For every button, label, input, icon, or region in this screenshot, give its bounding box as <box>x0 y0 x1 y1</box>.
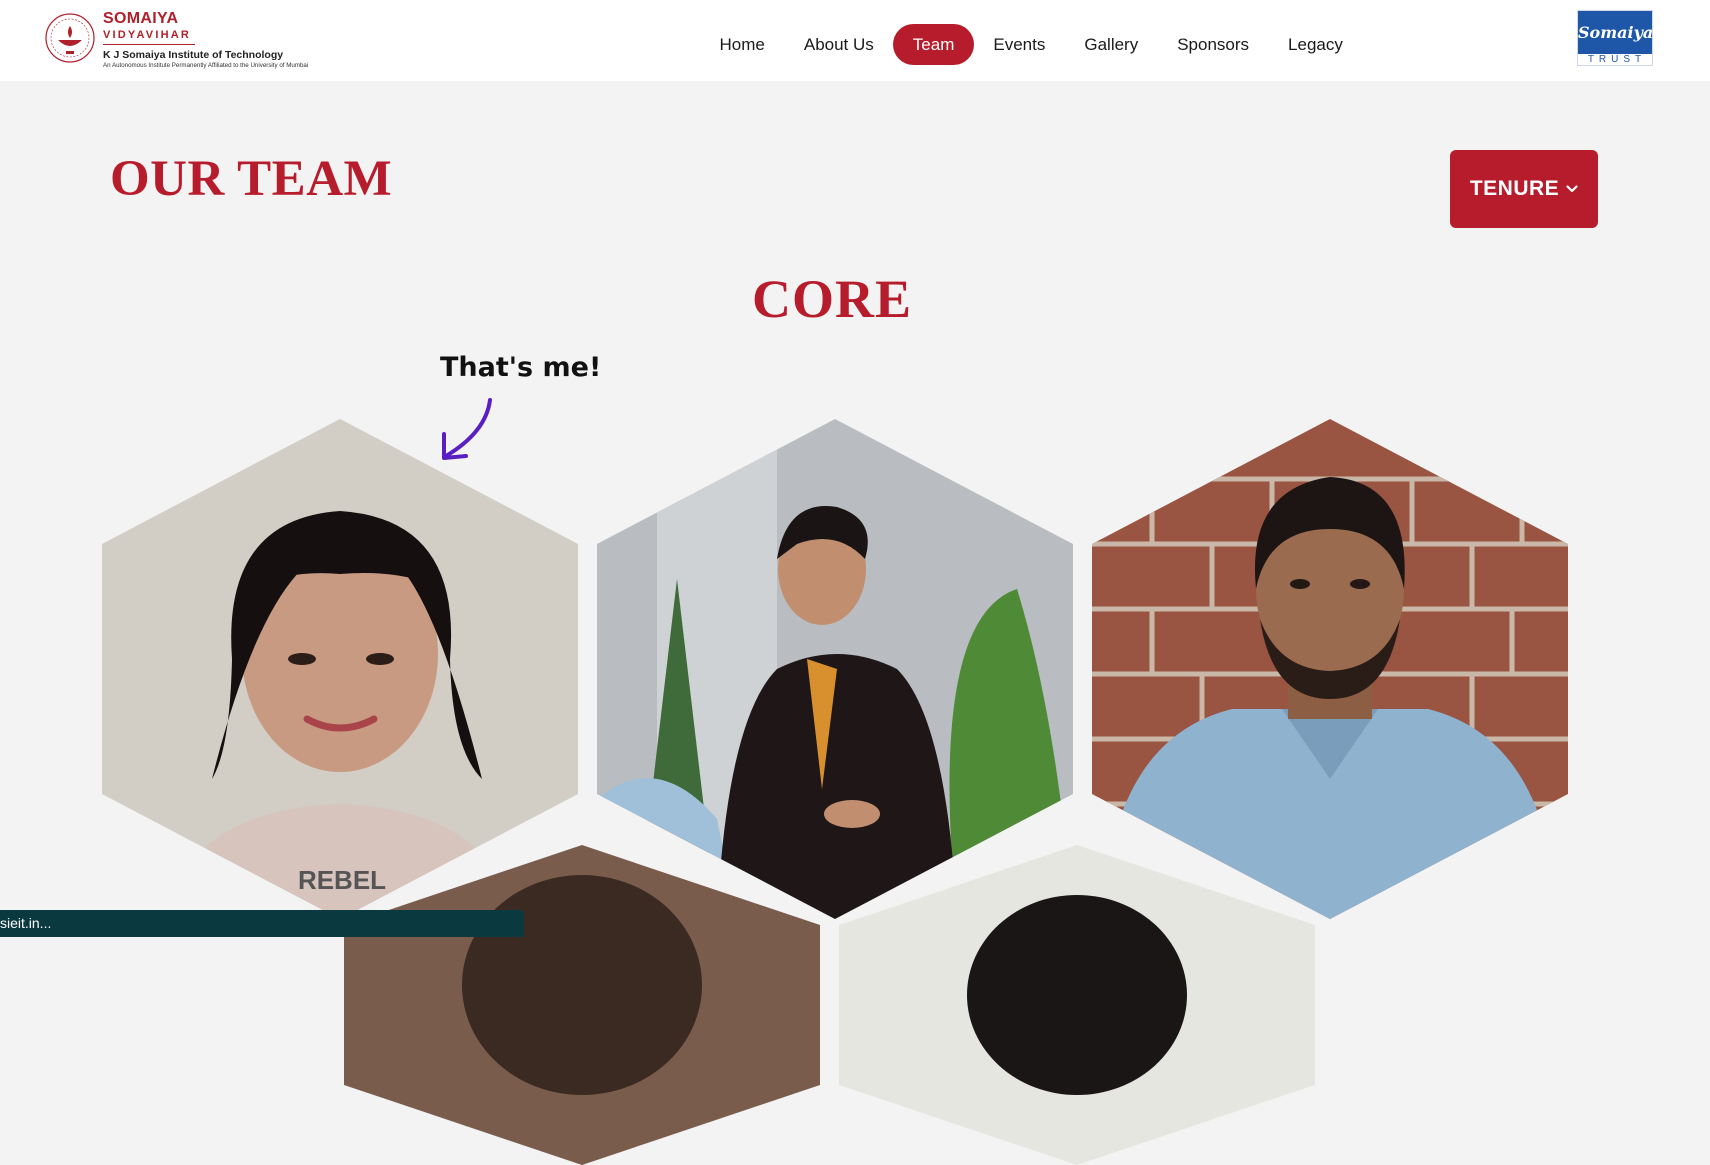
top-navbar: SOMAIYA VIDYAVIHAR K J Somaiya Institute… <box>0 0 1710 81</box>
curved-arrow-icon <box>442 398 492 460</box>
team-member-photo[interactable]: REBEL <box>102 419 578 919</box>
chevron-down-icon <box>1566 185 1578 193</box>
team-member-photo[interactable] <box>344 845 820 1165</box>
brand-subtitle: VIDYAVIHAR <box>103 28 195 45</box>
institute-logo[interactable]: SOMAIYA VIDYAVIHAR K J Somaiya Institute… <box>44 10 374 70</box>
tenure-dropdown-button[interactable]: TENURE <box>1450 150 1598 228</box>
tenure-label: TENURE <box>1469 177 1560 200</box>
nav-home[interactable]: Home <box>700 24 784 65</box>
nav-about-us[interactable]: About Us <box>784 24 893 65</box>
member-photo-5 <box>839 845 1315 1165</box>
diya-lamp-emblem-icon <box>45 13 95 63</box>
main-nav: Home About Us Team Events Gallery Sponso… <box>700 24 1362 65</box>
member-photo-3 <box>1092 419 1568 919</box>
thats-me-callout: That's me! <box>440 352 602 383</box>
nav-team[interactable]: Team <box>893 24 974 65</box>
page-title: OUR TEAM <box>110 151 393 207</box>
team-member-photo[interactable] <box>839 845 1315 1165</box>
nav-sponsors[interactable]: Sponsors <box>1158 24 1269 65</box>
member-photo-2 <box>597 419 1073 919</box>
institute-affiliation: An Autonomous Institute Permanently Affi… <box>103 62 309 69</box>
section-title-core: CORE <box>751 269 912 329</box>
team-member-photo[interactable] <box>1092 419 1568 919</box>
institute-name: K J Somaiya Institute of Technology <box>103 49 284 61</box>
trust-logo-script: Somaiya <box>1578 11 1653 54</box>
team-member-photo[interactable] <box>597 419 1073 919</box>
svg-text:REBEL: REBEL <box>298 865 386 895</box>
member-photo-1: REBEL <box>102 419 578 919</box>
browser-status-bar: sieit.in... <box>0 910 524 937</box>
somaiya-trust-logo[interactable]: Somaiya TRUST <box>1577 10 1653 66</box>
trust-logo-word: TRUST <box>1587 54 1647 65</box>
brand-name: SOMAIYA <box>103 10 179 27</box>
nav-gallery[interactable]: Gallery <box>1065 24 1158 65</box>
nav-legacy[interactable]: Legacy <box>1269 24 1363 65</box>
nav-events[interactable]: Events <box>974 24 1065 65</box>
member-photo-4 <box>344 845 820 1165</box>
